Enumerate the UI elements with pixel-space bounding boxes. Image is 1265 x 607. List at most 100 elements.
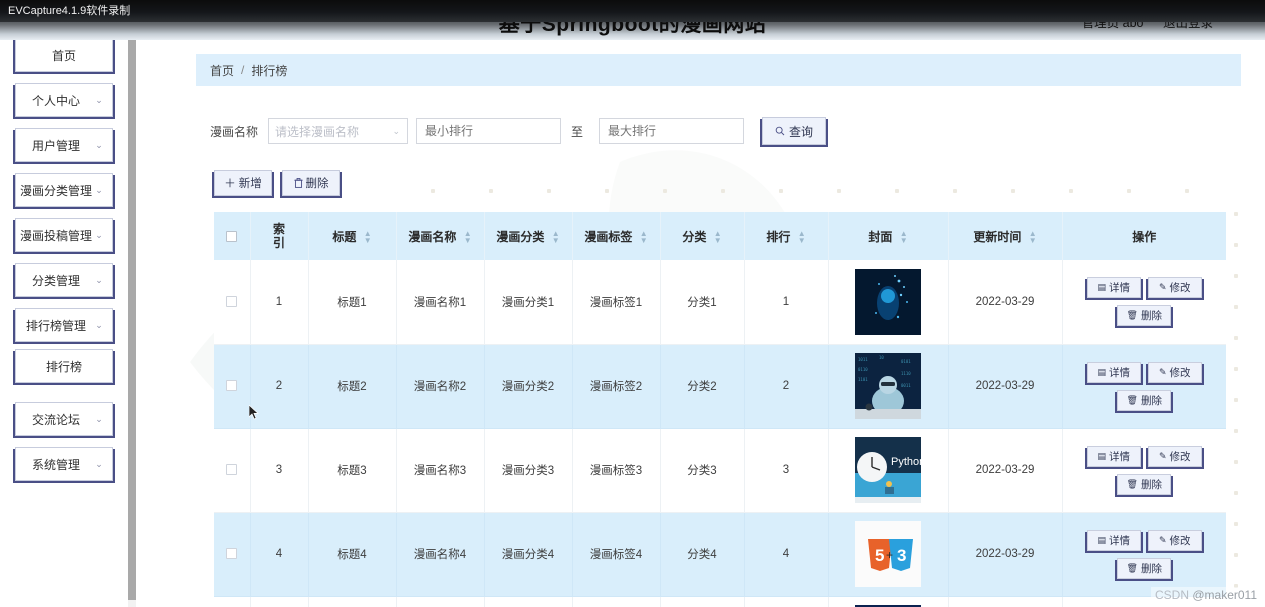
column-header-category[interactable]: 分类 ▲ ▼ (660, 212, 745, 260)
detail-button-label: 详情 (1109, 282, 1130, 295)
watermark-brand: CSDN (1154, 588, 1189, 602)
batch-delete-button[interactable]: 删除 (282, 170, 340, 196)
cell-comic-category: 漫画分类5 (484, 596, 573, 607)
chevron-down-icon: ⌄ (392, 126, 401, 136)
cell-rank: 2 (744, 344, 829, 429)
row-operations-second-line: 🗑 删除 (1063, 305, 1227, 327)
cover-image-html5-css3[interactable]: 5 3 + (855, 521, 921, 587)
add-button[interactable]: ＋ 新增 (214, 170, 272, 196)
column-header-comic-name[interactable]: 漫画名称 ▲ ▼ (396, 212, 485, 260)
table-row[interactable]: 2 标题2 漫画名称2 漫画分类2 漫画标签2 分类2 2 1011 0110 11… (214, 344, 1227, 429)
table-header: 索 引 标题 ▲ ▼ 漫画名称 ▲ ▼ 漫画分类 ▲ ▼ 漫画标签 ▲ ▼ 分类… (214, 212, 1226, 260)
detail-button[interactable]: ▤ 详情 (1086, 361, 1141, 383)
range-separator-label: 至 (571, 124, 584, 139)
delete-button[interactable]: 🗑 删除 (1117, 305, 1172, 327)
cover-image-tech-hand[interactable] (855, 268, 921, 335)
min-rank-input[interactable] (416, 118, 562, 144)
main-content: 首页 / 排行榜 漫画名称 请选择漫画名称 ⌄ 至 查询 (136, 22, 1265, 607)
dot-decoration-row (431, 189, 1231, 195)
detail-button-label: 详情 (1109, 366, 1130, 379)
table-row[interactable]: 4 标题4 漫画名称4 漫画分类4 漫画标签4 分类4 4 5 3 + 2022… (214, 512, 1226, 597)
cell-title: 标题4 (308, 512, 397, 597)
row-checkbox[interactable] (226, 464, 238, 476)
sidebar-item-ranking-management[interactable]: 排行榜管理 ⌄ (15, 308, 113, 342)
column-header-title-label: 标题 (332, 229, 357, 244)
comic-name-select[interactable]: 请选择漫画名称 ⌄ (268, 118, 409, 144)
svg-text:1011: 1011 (858, 357, 868, 362)
column-header-operations-label: 操作 (1132, 229, 1157, 244)
search-button[interactable]: 查询 (762, 117, 827, 145)
sidebar-item-system-management[interactable]: 系统管理 ⌄ (15, 447, 113, 481)
sort-icon: ▲ ▼ (713, 229, 722, 246)
scrollbar-thumb[interactable] (128, 22, 136, 600)
svg-text:5: 5 (875, 546, 884, 565)
cell-category: 分类5 (660, 596, 745, 607)
edit-button[interactable]: ✎ 修改 (1147, 277, 1202, 299)
cover-image-python-clock[interactable]: Python (855, 437, 921, 503)
cell-index: 5 (250, 596, 309, 607)
cell-comic-name: 漫画名称2 (396, 344, 485, 429)
column-header-comic-tag[interactable]: 漫画标签 ▲ ▼ (572, 212, 661, 260)
edit-button[interactable]: ✎ 修改 (1147, 445, 1202, 467)
edit-button[interactable]: ✎ 修改 (1147, 529, 1202, 551)
sidebar-item-label: 漫画投稿管理 (20, 228, 93, 243)
detail-button[interactable]: ▤ 详情 (1086, 445, 1141, 467)
select-all-checkbox[interactable] (226, 231, 238, 243)
edit-button[interactable]: ✎ 修改 (1147, 361, 1202, 383)
sidebar-item-personal-center[interactable]: 个人中心 ⌄ (15, 83, 113, 117)
sidebar-item-user-management[interactable]: 用户管理 ⌄ (15, 128, 113, 162)
delete-button[interactable]: 🗑 删除 (1117, 473, 1172, 495)
table-row[interactable]: 5 标题5 漫画名称5 漫画分类5 漫画标签5 分类5 5 0 (214, 596, 1226, 607)
table-row[interactable]: 1 标题1 漫画名称1 漫画分类1 漫画标签1 分类1 1 2022-03-29… (214, 260, 1227, 345)
cell-updated-time: 2022-03-29 (948, 260, 1063, 345)
svg-text:0101: 0101 (901, 359, 911, 364)
breadcrumb-home[interactable]: 首页 (210, 62, 234, 79)
row-select-cell (214, 596, 251, 607)
sidebar-item-forum[interactable]: 交流论坛 ⌄ (15, 402, 113, 436)
cell-rank: 4 (744, 512, 829, 597)
sidebar-scrollbar[interactable] (128, 22, 136, 607)
detail-button[interactable]: ▤ 详情 (1086, 529, 1141, 551)
chevron-down-icon: ⌄ (95, 184, 103, 195)
row-checkbox[interactable] (226, 548, 238, 560)
pencil-icon: ✎ (1158, 450, 1167, 461)
sidebar-item-category-management[interactable]: 分类管理 ⌄ (15, 263, 113, 297)
column-header-index-label: 索 引 (272, 222, 285, 250)
column-header-rank[interactable]: 排行 ▲ ▼ (744, 212, 829, 260)
trash-icon: 🗑 (1126, 562, 1138, 573)
row-select-cell (214, 344, 251, 429)
comic-name-label: 漫画名称 (210, 124, 259, 139)
column-header-cover[interactable]: 封面 ▲ ▼ (828, 212, 949, 260)
row-operations-second-line: 🗑 删除 (1063, 389, 1227, 411)
column-header-title[interactable]: 标题 ▲ ▼ (308, 212, 397, 260)
max-rank-input[interactable] (599, 118, 745, 144)
cell-comic-name: 漫画名称5 (396, 596, 485, 607)
pencil-icon: ✎ (1158, 366, 1167, 377)
delete-button-label: 删除 (1140, 394, 1162, 407)
row-operations-second-line: 🗑 删除 (1063, 473, 1227, 495)
chevron-down-icon: ⌄ (95, 319, 103, 330)
sidebar-item-label: 首页 (51, 48, 76, 63)
delete-button-label: 删除 (1140, 310, 1162, 323)
document-icon: ▤ (1097, 450, 1106, 461)
delete-button[interactable]: 🗑 删除 (1117, 557, 1172, 579)
sidebar-item-comic-submission-management[interactable]: 漫画投稿管理 ⌄ (15, 218, 113, 252)
column-header-updated-time[interactable]: 更新时间 ▲ ▼ (948, 212, 1063, 260)
delete-button[interactable]: 🗑 删除 (1117, 389, 1172, 411)
cover-image-hacker-matrix[interactable]: 1011 0110 1101 0101 1110 0011 10 (855, 353, 921, 419)
cell-operations: ▤ 详情 ✎ 修改 🗑 删除 (1062, 512, 1226, 597)
detail-button[interactable]: ▤ 详情 (1086, 277, 1141, 299)
row-checkbox[interactable] (226, 380, 238, 392)
table-row[interactable]: 3 标题3 漫画名称3 漫画分类3 漫画标签3 分类3 3 Pytho 2022… (214, 428, 1227, 513)
column-header-comic-category[interactable]: 漫画分类 ▲ ▼ (484, 212, 573, 260)
svg-text:1101: 1101 (858, 377, 868, 382)
sidebar-item-comic-category-management[interactable]: 漫画分类管理 ⌄ (15, 173, 113, 207)
cell-title: 标题1 (308, 260, 397, 345)
cell-title: 标题2 (308, 344, 397, 429)
sidebar-item-home[interactable]: 首页 (15, 38, 113, 72)
sidebar-item-ranking[interactable]: 排行榜 (15, 349, 113, 383)
detail-button-label: 详情 (1109, 450, 1130, 463)
cell-comic-tag: 漫画标签1 (572, 260, 661, 345)
pencil-icon: ✎ (1158, 282, 1167, 293)
row-checkbox[interactable] (226, 296, 238, 308)
